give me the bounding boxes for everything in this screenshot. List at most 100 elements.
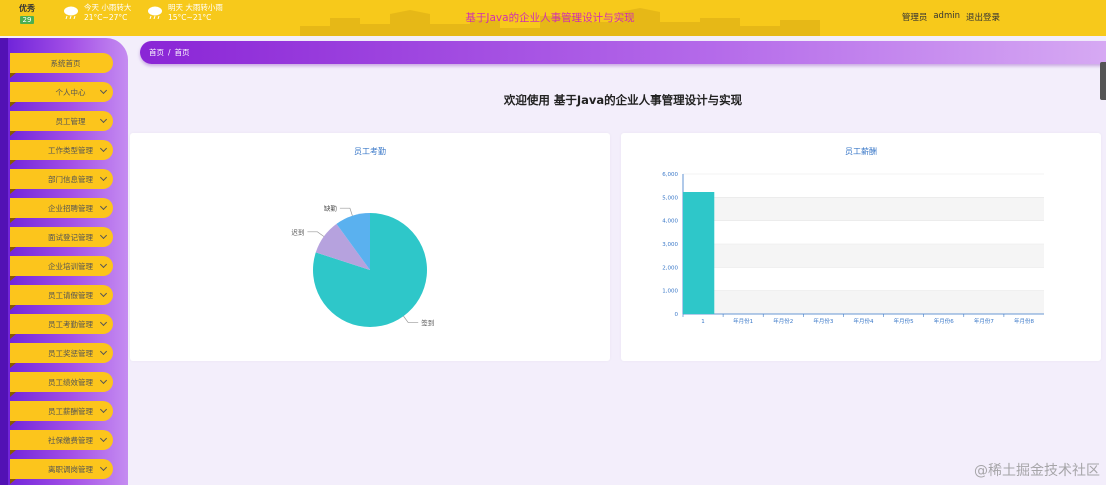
x-tick-label: 年月份3 [813, 317, 834, 325]
sidebar-item-label: 员工奖惩管理 [48, 348, 93, 358]
sidebar-item-label: 个人中心 [55, 87, 86, 97]
grid-band [683, 290, 1044, 314]
pie-label-line [339, 207, 353, 216]
sidebar-item-label: 员工请假管理 [48, 290, 93, 300]
salary-bar[interactable] [683, 192, 715, 314]
pie-label-line [403, 315, 419, 323]
sidebar-item-label: 面试登记管理 [48, 232, 93, 242]
chevron-down-icon [99, 86, 108, 95]
sidebar-item-4[interactable]: 部门信息管理 [10, 169, 113, 194]
breadcrumb-current: 首页 [174, 48, 190, 57]
air-quality: 优秀 29 [16, 3, 38, 24]
weather-tomorrow-condition: 大雨转小雨 [185, 3, 223, 12]
y-tick-label: 6,000 [662, 172, 678, 178]
sidebar-item-label: 系统首页 [50, 58, 81, 68]
top-bar: 优秀 29 今天 小雨转大 21°C~27°C 明天 大雨转小雨 15°C~21… [0, 0, 1106, 36]
sidebar-item-11[interactable]: 员工绩效管理 [10, 372, 113, 397]
chevron-down-icon [99, 289, 108, 298]
welcome-heading: 欢迎使用 基于Java的企业人事管理设计与实现 [503, 93, 743, 107]
pie-label-line [307, 231, 325, 237]
weather-today-temp: 21°C~27°C [84, 13, 128, 22]
site-title: 基于Java的企业人事管理设计与实现 [465, 12, 635, 24]
sidebar-item-14[interactable]: 离职调岗管理 [10, 459, 113, 484]
weather-tomorrow: 明天 大雨转小雨 15°C~21°C [146, 3, 223, 23]
user-box: 管理员 admin 退出登录 [902, 11, 1000, 23]
y-tick-label: 5,000 [662, 195, 678, 201]
sidebar-item-label: 部门信息管理 [48, 174, 93, 184]
y-tick-label: 3,000 [662, 242, 678, 248]
chevron-down-icon [99, 434, 108, 443]
sidebar-item-label: 员工考勤管理 [48, 319, 93, 329]
sidebar-item-2[interactable]: 员工管理 [10, 111, 113, 136]
sidebar-item-label: 离职调岗管理 [48, 464, 93, 474]
chevron-down-icon [99, 202, 108, 211]
x-tick-label: 年月份8 [1014, 317, 1035, 325]
breadcrumb-separator: / [168, 48, 171, 57]
username: admin [933, 11, 960, 21]
aqi-badge: 29 [19, 16, 35, 24]
sidebar-item-0[interactable]: 系统首页 [10, 53, 113, 78]
sidebar: 系统首页个人中心员工管理工作类型管理 部门信息管理 企业招聘管理 面试登记管理 企业培训… [0, 38, 128, 485]
weather-today-day: 今天 [84, 3, 99, 12]
salary-chart-card: 员工薪酬 0 1,000 2,000 3,000 4,000 5,000 6,000 1 年月份… [621, 133, 1101, 361]
pie-slice-label: 迟到 [291, 228, 304, 236]
sidebar-item-label: 企业培训管理 [48, 261, 93, 271]
breadcrumb: 首页 / 首页 [140, 41, 1106, 64]
sidebar-item-label: 社保缴费管理 [48, 435, 93, 445]
weather-tomorrow-day: 明天 [168, 3, 183, 12]
chevron-down-icon [99, 231, 108, 240]
aqi-label: 优秀 [19, 4, 35, 13]
x-tick-label: 年月份1 [733, 317, 753, 325]
x-tick-label: 年月份6 [934, 317, 955, 325]
watermark: @稀土掘金技术社区 [974, 463, 1100, 479]
sidebar-item-10[interactable]: 员工奖惩管理 [10, 343, 113, 368]
y-tick-label: 1,000 [662, 289, 678, 295]
x-tick-label: 年月份7 [974, 317, 995, 325]
rain-cloud-icon [64, 6, 78, 19]
pie-slice-label: 签到 [421, 318, 434, 327]
grid-band [683, 197, 1044, 221]
sidebar-item-13[interactable]: 社保缴费管理 [10, 430, 113, 455]
sidebar-item-label: 员工绩效管理 [48, 377, 93, 387]
y-tick-label: 4,000 [662, 219, 678, 225]
sidebar-item-6[interactable]: 面试登记管理 [10, 227, 113, 252]
logout-link[interactable]: 退出登录 [966, 11, 1000, 23]
chevron-down-icon [99, 318, 108, 327]
x-tick-label: 年月份4 [854, 317, 875, 325]
pie-slice-label: 缺勤 [324, 204, 338, 213]
user-role: 管理员 [901, 13, 928, 23]
attendance-pie-chart: 签到 迟到 缺勤 [291, 204, 434, 327]
chevron-down-icon [99, 376, 108, 385]
attendance-chart-card: 员工考勤 签到 迟到 缺勤 [130, 133, 610, 361]
chevron-down-icon [99, 173, 108, 182]
rain-cloud-icon [148, 6, 162, 19]
chevron-down-icon [99, 347, 108, 356]
y-tick-label: 2,000 [662, 265, 678, 271]
x-tick-label: 1 [701, 319, 705, 325]
breadcrumb-home[interactable]: 首页 [149, 47, 164, 58]
chevron-down-icon [99, 405, 108, 414]
sidebar-item-3[interactable]: 工作类型管理 [10, 140, 113, 165]
x-tick-label: 年月份5 [894, 317, 915, 325]
weather-today: 今天 小雨转大 21°C~27°C [62, 3, 131, 23]
chevron-down-icon [99, 260, 108, 269]
sidebar-item-label: 企业招聘管理 [48, 203, 93, 213]
grid-band [683, 244, 1044, 268]
sidebar-item-label: 员工管理 [55, 116, 86, 126]
y-tick-label: 0 [675, 312, 679, 318]
chevron-down-icon [99, 115, 108, 124]
sidebar-item-12[interactable]: 员工薪酬管理 [10, 401, 113, 426]
sidebar-item-5[interactable]: 企业招聘管理 [10, 198, 113, 223]
sidebar-item-8[interactable]: 员工请假管理 [10, 285, 113, 310]
weather-today-condition: 小雨转大 [101, 3, 132, 12]
weather-tomorrow-temp: 15°C~21°C [168, 13, 212, 22]
sidebar-item-label: 工作类型管理 [48, 145, 93, 155]
x-tick-label: 年月份2 [773, 317, 793, 325]
sidebar-item-9[interactable]: 员工考勤管理 [10, 314, 113, 339]
sidebar-item-7[interactable]: 企业培训管理 [10, 256, 113, 281]
chevron-down-icon [99, 463, 108, 472]
chevron-down-icon [99, 144, 108, 153]
salary-bar-chart: 0 1,000 2,000 3,000 4,000 5,000 6,000 1 年月份1 年月份2… [662, 172, 1044, 325]
sidebar-item-1[interactable]: 个人中心 [10, 82, 113, 107]
sidebar-item-label: 员工薪酬管理 [48, 406, 93, 416]
